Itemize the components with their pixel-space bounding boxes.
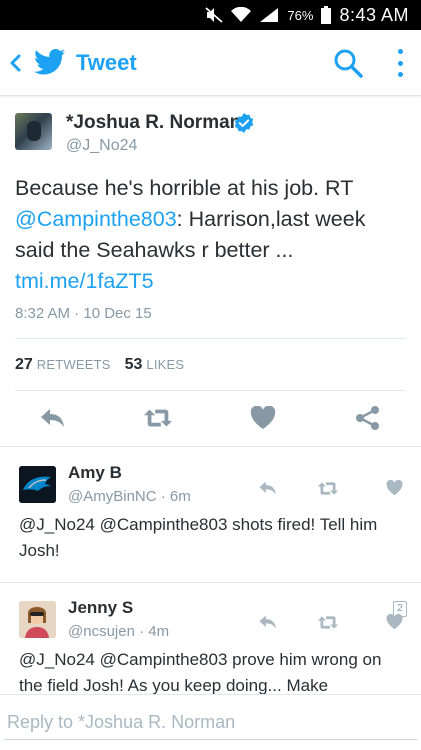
tweet-timestamp: 8:32 AM · 10 Dec 15 [15, 305, 152, 322]
reply-author-handle[interactable]: @AmyBinNC · 6m [68, 488, 191, 505]
author-handle[interactable]: @J_No24 [66, 137, 137, 155]
tweet-stats: 27 RETWEETS 53 LIKES [15, 356, 184, 374]
chevron-left-icon [10, 54, 21, 72]
clock: 8:43 AM [339, 4, 409, 25]
battery-percent: 76% [287, 7, 314, 23]
reply-avatar[interactable] [19, 601, 56, 638]
reply-icon [259, 615, 276, 629]
divider [15, 390, 406, 391]
more-dot-icon [397, 72, 403, 77]
status-bar: 76% 8:43 AM [0, 0, 421, 30]
retweet-icon [317, 481, 339, 495]
reply-text: @J_No24 @Campinthe803 prove him wrong on… [19, 650, 382, 695]
overflow-menu-button[interactable] [390, 45, 410, 81]
share-icon [356, 406, 379, 430]
like-button[interactable] [248, 404, 278, 432]
back-button[interactable] [6, 50, 24, 76]
mention-link[interactable]: @Campinthe803 [15, 207, 177, 231]
retweet-icon [317, 615, 339, 629]
page-title: Tweet [76, 50, 137, 75]
tweet-text-part: Because he's horrible at his job. RT [15, 176, 353, 200]
author-avatar[interactable] [15, 113, 52, 150]
divider [0, 582, 421, 583]
reply-button[interactable] [256, 612, 280, 632]
divider [15, 338, 406, 339]
twitter-bird-icon [34, 48, 66, 81]
retweet-button[interactable] [316, 478, 340, 498]
more-dot-icon [397, 49, 403, 54]
likes-label: LIKES [146, 357, 185, 372]
search-button[interactable] [332, 47, 364, 79]
retweets-stat[interactable]: 27 RETWEETS [15, 356, 111, 373]
reply-button[interactable] [38, 404, 68, 432]
reply-author-name[interactable]: Amy B [68, 463, 122, 483]
retweets-label: RETWEETS [36, 357, 111, 372]
signal-icon [259, 7, 279, 23]
app-bar: Tweet [0, 30, 421, 96]
reply-author-handle[interactable]: @ncsujen · 4m [68, 623, 169, 640]
retweets-count: 27 [15, 356, 33, 373]
verified-badge-icon [234, 113, 254, 138]
author-name[interactable]: *Joshua R. Norman [66, 112, 241, 134]
retweet-button[interactable] [316, 612, 340, 632]
mute-icon [205, 7, 224, 23]
battery-icon [321, 6, 332, 24]
retweet-icon [143, 409, 173, 427]
more-dot-icon [397, 60, 403, 66]
input-underline [4, 739, 417, 740]
wifi-icon [231, 7, 252, 23]
reply-icon [259, 481, 276, 495]
retweet-button[interactable] [143, 404, 173, 432]
heart-icon [386, 614, 402, 630]
divider [0, 446, 421, 447]
profile-photo-icon [19, 601, 56, 638]
panthers-logo-icon [19, 466, 56, 503]
likes-count: 53 [124, 356, 143, 373]
status-icons: 76% 8:43 AM [205, 0, 421, 30]
like-button[interactable] [382, 612, 406, 632]
likes-stat[interactable]: 53 LIKES [125, 356, 185, 373]
reply-avatar[interactable] [19, 466, 56, 503]
reply-icon [41, 409, 64, 427]
tweet-text: Because he's horrible at his job. RT @Ca… [15, 173, 410, 297]
reply-input[interactable] [0, 705, 421, 739]
heart-icon [250, 406, 276, 429]
heart-icon [386, 480, 402, 496]
reply-composer [0, 694, 421, 750]
url-link[interactable]: tmi.me/1faZT5 [15, 269, 154, 293]
reply-text: @J_No24 @Campinthe803 shots fired! Tell … [19, 515, 378, 560]
reply-author-name[interactable]: Jenny S [68, 598, 133, 618]
like-button[interactable] [382, 478, 406, 498]
reply-button[interactable] [256, 478, 280, 498]
share-button[interactable] [353, 404, 383, 432]
search-icon [334, 49, 363, 78]
